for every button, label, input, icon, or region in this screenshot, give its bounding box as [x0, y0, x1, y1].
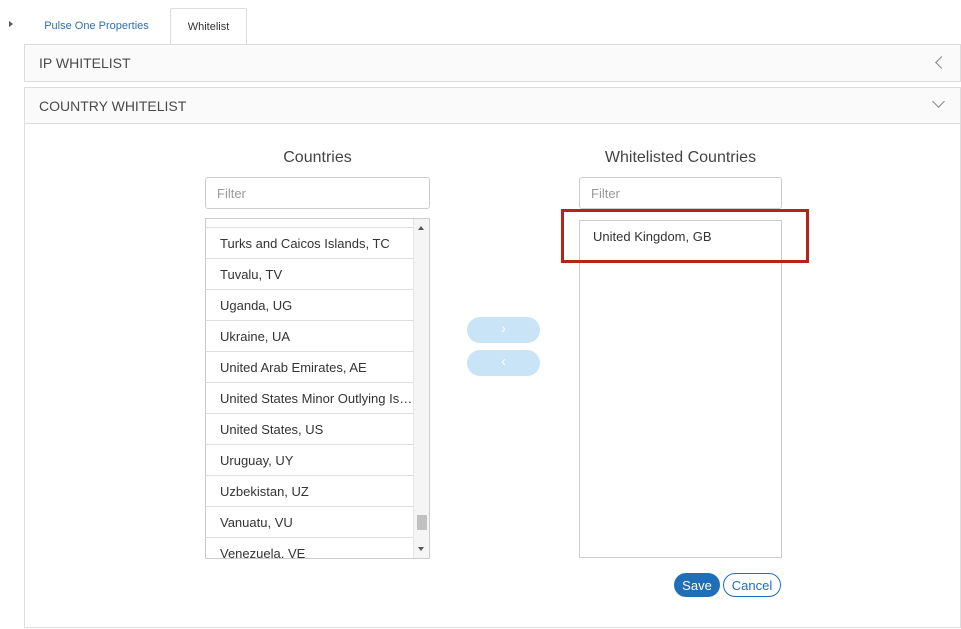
scroll-down-arrow-icon[interactable]	[418, 547, 424, 551]
list-item[interactable]: United States, US	[206, 414, 414, 445]
list-item[interactable]: Ukraine, UA	[206, 321, 414, 352]
whitelisted-countries-title: Whitelisted Countries	[604, 149, 757, 166]
countries-title: Countries	[283, 149, 352, 166]
expand-arrow-icon[interactable]	[9, 21, 13, 27]
whitelisted-countries-list[interactable]: United Kingdom, GB	[579, 220, 782, 558]
list-item[interactable]: Uzbekistan, UZ	[206, 476, 414, 507]
ip-whitelist-header[interactable]: IP WHITELIST	[25, 45, 960, 81]
scrollbar-thumb[interactable]	[417, 515, 427, 530]
list-item[interactable]: Tuvalu, TV	[206, 259, 414, 290]
tab-whitelist[interactable]: Whitelist	[170, 8, 247, 44]
countries-scrollbar[interactable]	[413, 219, 429, 558]
country-whitelist-title: COUNTRY WHITELIST	[39, 98, 187, 114]
list-item[interactable]: Uganda, UG	[206, 290, 414, 321]
add-to-whitelist-button[interactable]: ›	[467, 317, 540, 343]
ip-whitelist-title: IP WHITELIST	[39, 55, 131, 71]
save-button[interactable]: Save	[674, 573, 720, 597]
cancel-button[interactable]: Cancel	[723, 573, 781, 597]
chevron-down-icon[interactable]	[932, 95, 945, 108]
country-whitelist-panel: COUNTRY WHITELIST Countries Whitelisted …	[24, 87, 961, 628]
list-item[interactable]: Venezuela, VE	[206, 538, 414, 558]
list-item[interactable]: United Arab Emirates, AE	[206, 352, 414, 383]
countries-list-items: Turkmenistan, TM Turks and Caicos Island…	[206, 219, 414, 558]
highlight-annotation-box	[561, 209, 809, 263]
list-item[interactable]: Turkmenistan, TM	[206, 219, 414, 228]
list-item[interactable]: Turks and Caicos Islands, TC	[206, 228, 414, 259]
list-item[interactable]: Vanuatu, VU	[206, 507, 414, 538]
ip-whitelist-panel: IP WHITELIST	[24, 44, 961, 82]
countries-filter-input[interactable]	[205, 177, 430, 209]
tab-pulse-one-properties[interactable]: Pulse One Properties	[24, 8, 169, 44]
country-whitelist-header[interactable]: COUNTRY WHITELIST	[25, 88, 960, 124]
scroll-up-arrow-icon[interactable]	[418, 226, 424, 230]
remove-from-whitelist-button[interactable]: ‹	[467, 350, 540, 376]
tab-bar: Pulse One Properties Whitelist	[0, 0, 961, 44]
whitelisted-filter-input[interactable]	[579, 177, 782, 209]
list-item[interactable]: United States Minor Outlying Islands, UM	[206, 383, 414, 414]
chevron-left-icon[interactable]	[935, 56, 948, 69]
countries-list[interactable]: Turkmenistan, TM Turks and Caicos Island…	[205, 218, 430, 559]
list-item[interactable]: Uruguay, UY	[206, 445, 414, 476]
